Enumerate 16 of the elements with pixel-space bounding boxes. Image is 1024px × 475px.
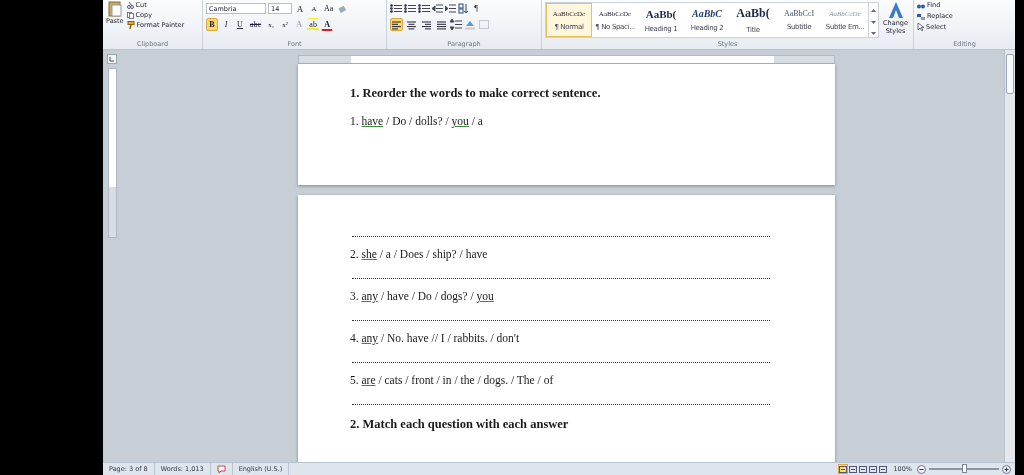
exercise-sentence: 3. any / have / Do / dogs? / you (350, 289, 494, 303)
font-color-button[interactable]: A (321, 18, 334, 31)
exercise-sentence: 1. have / Do / dolls? / you / a (350, 114, 483, 128)
grow-font-button[interactable]: A (294, 2, 306, 15)
bold-button[interactable]: B (206, 18, 218, 31)
change-case-button[interactable]: Aa (322, 2, 336, 15)
exercise-sentence: 5. are / cats / front / in / the / dogs. / The / of (350, 373, 554, 387)
highlight-button[interactable]: ab (307, 18, 320, 31)
italic-button[interactable]: I (220, 18, 232, 31)
exercise-sentence: 2. she / a / Does / ship? / have (350, 247, 488, 261)
exercise-sentence: 4. any / No. have // I / rabbits. / don't (350, 331, 520, 345)
underline-button[interactable]: U (234, 18, 246, 31)
show-formatting-button[interactable]: ¶ (470, 2, 482, 15)
section-heading: 2. Match each question with each answer (350, 417, 569, 432)
section-heading: 1. Reorder the words to make correct sentence. (350, 86, 601, 101)
strike-button[interactable]: abc (248, 18, 264, 31)
